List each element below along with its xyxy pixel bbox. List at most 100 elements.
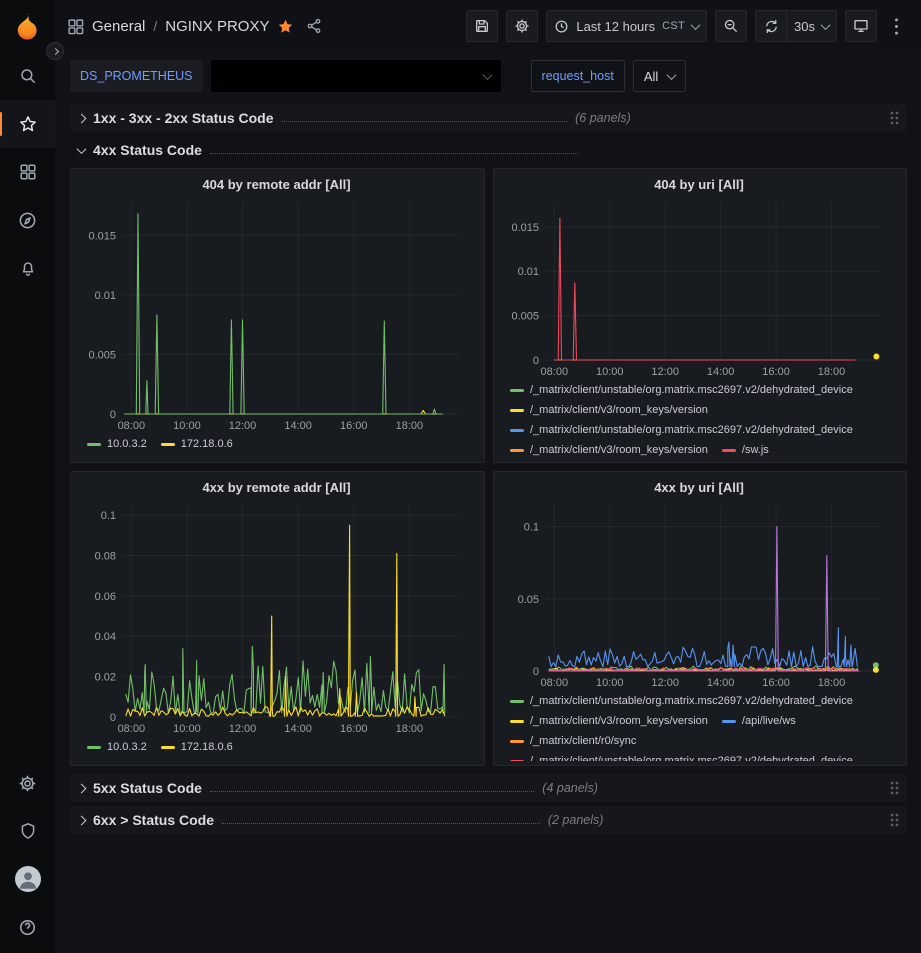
request-host-variable-value[interactable]: All: [633, 60, 686, 92]
legend-series-color: [161, 443, 175, 446]
svg-text:16:00: 16:00: [340, 723, 368, 735]
legend-item[interactable]: /_matrix/client/v3/room_keys/version: [510, 713, 708, 729]
chart-canvas[interactable]: 08:0010:0012:0014:0016:0018:0000.0050.01…: [502, 194, 896, 380]
legend-item[interactable]: 172.18.0.6: [161, 739, 233, 755]
chart-area[interactable]: 08:0010:0012:0014:0016:0018:0000.050.1: [502, 497, 896, 691]
dotted-leader: [222, 823, 540, 824]
row-title: 1xx - 3xx - 2xx Status Code: [93, 110, 274, 126]
legend-item[interactable]: 172.18.0.6: [161, 436, 233, 452]
save-icon: [474, 18, 490, 34]
sidebar-item-starred[interactable]: [0, 100, 55, 148]
sidebar-item-help[interactable]: [0, 903, 55, 951]
refresh-button[interactable]: [755, 10, 787, 42]
legend-item[interactable]: /_matrix/client/unstable/org.matrix.msc2…: [510, 422, 853, 438]
breadcrumb-dashboard-title[interactable]: NGINX PROXY: [165, 18, 269, 35]
legend-series-color: [510, 429, 524, 432]
row-drag-handle[interactable]: [889, 812, 899, 828]
chart-area[interactable]: 08:0010:0012:0014:0016:0018:0000.0050.01…: [502, 194, 896, 380]
panel-title[interactable]: 4xx by uri [All]: [502, 476, 896, 497]
gear-icon: [514, 18, 530, 34]
chart-canvas[interactable]: 08:0010:0012:0014:0016:0018:0000.020.040…: [79, 497, 474, 737]
legend-item[interactable]: /_matrix/client/unstable/org.matrix.msc2…: [510, 693, 853, 709]
svg-text:10:00: 10:00: [173, 723, 201, 735]
legend-item[interactable]: /sw.js: [722, 442, 769, 458]
gear-icon: [18, 774, 37, 793]
svg-text:12:00: 12:00: [651, 366, 679, 378]
chart-canvas[interactable]: 08:0010:0012:0014:0016:0018:0000.0050.01…: [79, 194, 474, 434]
chart-area[interactable]: 08:0010:0012:0014:0016:0018:0000.0050.01…: [79, 194, 474, 434]
legend-series-label: 172.18.0.6: [181, 741, 233, 753]
panel-title[interactable]: 404 by remote addr [All]: [79, 173, 474, 194]
sidebar-item-alerting[interactable]: [0, 244, 55, 292]
panel-4xx-by-remote-addr: 4xx by remote addr [All] 08:0010:0012:00…: [70, 471, 485, 766]
chevron-down-icon: [667, 70, 677, 80]
top-navbar: General / NGINX PROXY: [55, 0, 921, 52]
row-header-4xx[interactable]: 4xx Status Code: [70, 136, 907, 164]
legend-item[interactable]: /_matrix/client/unstable/org.matrix.msc2…: [510, 753, 853, 761]
favorite-star-icon[interactable]: [277, 18, 294, 35]
row-drag-handle[interactable]: [889, 110, 899, 126]
request-host-value-text: All: [644, 69, 658, 84]
svg-text:16:00: 16:00: [340, 420, 368, 432]
save-dashboard-button[interactable]: [466, 10, 498, 42]
row-header-1xx-3xx-2xx[interactable]: 1xx - 3xx - 2xx Status Code (6 panels): [70, 104, 907, 132]
sidebar-item-dashboards[interactable]: [0, 148, 55, 196]
breadcrumb-section[interactable]: General: [92, 18, 145, 35]
refresh-interval-dropdown[interactable]: 30s: [786, 10, 837, 42]
bell-icon: [19, 259, 37, 277]
zoom-out-button[interactable]: [715, 10, 747, 42]
request-host-variable-label: request_host: [531, 60, 625, 92]
svg-text:0.015: 0.015: [511, 222, 539, 234]
tv-mode-button[interactable]: [845, 10, 877, 42]
shield-icon: [19, 822, 37, 840]
legend-series-label: /_matrix/client/unstable/org.matrix.msc2…: [530, 424, 853, 436]
chevron-right-icon: [77, 783, 87, 793]
svg-text:0: 0: [110, 712, 116, 724]
svg-text:08:00: 08:00: [541, 677, 569, 689]
legend-series-label: /_matrix/client/unstable/org.matrix.msc2…: [530, 384, 853, 396]
datasource-variable-value[interactable]: [211, 60, 501, 92]
svg-text:0.015: 0.015: [88, 230, 116, 242]
sidebar-item-configuration[interactable]: [0, 759, 55, 807]
sidebar-item-search[interactable]: [0, 52, 55, 100]
legend-series-label: 172.18.0.6: [181, 438, 233, 450]
legend-item[interactable]: /_matrix/client/v3/room_keys/version: [510, 442, 708, 458]
svg-text:08:00: 08:00: [118, 420, 146, 432]
svg-text:0: 0: [533, 355, 539, 367]
svg-text:0.02: 0.02: [95, 672, 116, 684]
legend-series-label: /_matrix/client/v3/room_keys/version: [530, 444, 708, 456]
dashboard-content: 1xx - 3xx - 2xx Status Code (6 panels) 4…: [55, 98, 921, 834]
row-panel-count: (6 panels): [575, 111, 631, 125]
chart-canvas[interactable]: 08:0010:0012:0014:0016:0018:0000.050.1: [502, 497, 896, 691]
svg-text:08:00: 08:00: [541, 366, 569, 378]
panel-title[interactable]: 404 by uri [All]: [502, 173, 896, 194]
legend-series-label: /_matrix/client/unstable/org.matrix.msc2…: [530, 755, 853, 761]
legend-item[interactable]: /api/live/ws: [722, 713, 796, 729]
sidebar-item-server-admin[interactable]: [0, 807, 55, 855]
legend-item[interactable]: 10.0.3.2: [87, 739, 147, 755]
legend-item[interactable]: /_matrix/client/r0/sync: [510, 733, 636, 749]
row-header-5xx[interactable]: 5xx Status Code (4 panels): [70, 774, 907, 802]
chart-area[interactable]: 08:0010:0012:0014:0016:0018:0000.020.040…: [79, 497, 474, 737]
dotted-leader: [282, 121, 568, 122]
row-drag-handle[interactable]: [889, 780, 899, 796]
time-zone-label: CST: [662, 20, 685, 32]
sidebar-expand-button[interactable]: [46, 42, 64, 60]
more-options-kebab[interactable]: [885, 10, 907, 42]
legend-item[interactable]: /_matrix/client/unstable/org.matrix.msc2…: [510, 382, 853, 398]
svg-text:0.1: 0.1: [101, 510, 116, 522]
row-panel-count: (4 panels): [542, 781, 598, 795]
legend-item[interactable]: /_matrix/client/v3/room_keys/version: [510, 402, 708, 418]
legend-item[interactable]: 10.0.3.2: [87, 436, 147, 452]
datasource-variable-label: DS_PROMETHEUS: [70, 60, 203, 92]
svg-text:14:00: 14:00: [284, 723, 312, 735]
row-header-6xx[interactable]: 6xx > Status Code (2 panels): [70, 806, 907, 834]
share-icon[interactable]: [306, 18, 322, 34]
panel-legend: /_matrix/client/unstable/org.matrix.msc2…: [502, 380, 896, 458]
dashboard-settings-button[interactable]: [506, 10, 538, 42]
sidebar-item-explore[interactable]: [0, 196, 55, 244]
time-range-picker[interactable]: Last 12 hours CST: [546, 10, 707, 42]
sidebar-item-profile[interactable]: [0, 855, 55, 903]
grafana-logo[interactable]: [0, 0, 55, 52]
panel-title[interactable]: 4xx by remote addr [All]: [79, 476, 474, 497]
